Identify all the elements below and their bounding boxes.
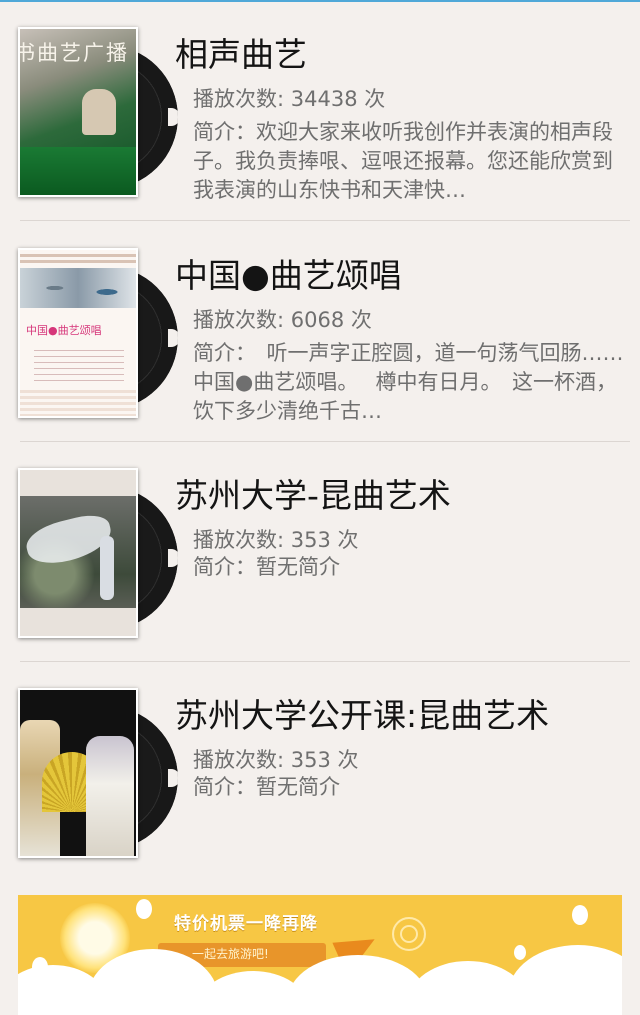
cover-text: 中国●曲艺颂唱 [26, 324, 102, 337]
album-cover [18, 688, 138, 858]
album-title: 苏州大学-昆曲艺术 [175, 476, 451, 515]
list-item[interactable]: 中国●曲艺颂唱 中国●曲艺颂唱 播放次数: 6068 次 简介： 听一声字正腔圆… [0, 221, 640, 441]
album-description: 简介： 听一声字正腔圆，道一句荡气回肠…… 中国●曲艺颂唱。 樽中有日月。 这一… [193, 341, 624, 423]
album-cover: 书曲艺广播 [18, 27, 138, 197]
spiral-decoration [392, 917, 426, 951]
ad-headline: 特价机票一降再降 [174, 914, 318, 934]
album-title: 中国●曲艺颂唱 [175, 256, 402, 295]
album-description: 简介：暂无简介 [193, 555, 340, 579]
play-count: 播放次数: 6068 次 [193, 308, 372, 332]
cover-text: 书曲艺广播 [18, 41, 129, 65]
list-item[interactable]: 苏州大学公开课:昆曲艺术 播放次数: 353 次 简介：暂无简介 [0, 661, 640, 881]
balloon-icon [572, 905, 588, 925]
album-description: 简介：欢迎大家来收听我创作并表演的相声段子。我负责捧哏、逗哏还报幕。您还能欣赏到… [193, 120, 613, 202]
balloon-icon [136, 899, 152, 919]
album-description: 简介：暂无简介 [193, 775, 340, 799]
ad-banner[interactable]: 特价机票一降再降 一起去旅游吧! [18, 895, 622, 1015]
play-count: 播放次数: 34438 次 [193, 87, 386, 111]
play-count: 播放次数: 353 次 [193, 748, 359, 772]
album-thumbnail: 书曲艺广播 [18, 27, 178, 197]
album-thumbnail [18, 688, 178, 858]
ad-tagline: 一起去旅游吧! [192, 947, 269, 961]
album-cover: 中国●曲艺颂唱 [18, 248, 138, 418]
list-item[interactable]: 苏州大学-昆曲艺术 播放次数: 353 次 简介：暂无简介 [0, 441, 640, 661]
play-count: 播放次数: 353 次 [193, 528, 359, 552]
album-cover [18, 468, 138, 638]
album-thumbnail [18, 468, 178, 638]
album-title: 苏州大学公开课:昆曲艺术 [175, 696, 550, 735]
album-thumbnail: 中国●曲艺颂唱 [18, 248, 178, 418]
balloon-icon [514, 945, 526, 960]
album-title: 相声曲艺 [175, 35, 307, 74]
list-item[interactable]: 书曲艺广播 相声曲艺 播放次数: 34438 次 简介：欢迎大家来收听我创作并表… [0, 0, 640, 220]
